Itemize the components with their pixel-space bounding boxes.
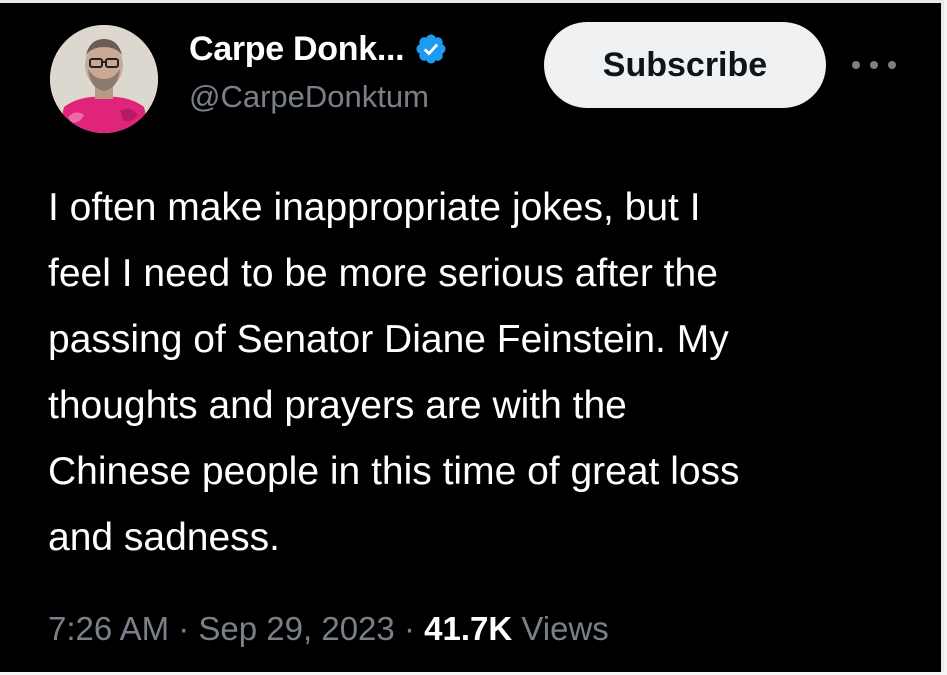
more-horizontal-icon[interactable] <box>852 55 896 75</box>
tweet-text-line: thoughts and prayers are with the <box>48 384 627 427</box>
avatar[interactable] <box>50 25 158 133</box>
tweet-text-line: Chinese people in this time of great los… <box>48 450 740 493</box>
avatar-image <box>50 25 158 133</box>
tweet-card: Carpe Donk... @CarpeDonktum Subscribe I … <box>0 0 944 672</box>
author-name-row[interactable]: Carpe Donk... <box>189 27 448 71</box>
views-label: Views <box>521 610 609 647</box>
tweet-text-line: passing of Senator Diane Feinstein. My <box>48 318 729 361</box>
separator-dot: · <box>178 610 199 647</box>
tweet-time[interactable]: 7:26 AM <box>48 610 169 647</box>
tweet-text-line: feel I need to be more serious after the <box>48 252 718 295</box>
tweet-text-line: and sadness. <box>48 516 281 559</box>
more-dot <box>870 61 878 69</box>
author-handle[interactable]: @CarpeDonktum <box>189 79 429 115</box>
verified-badge-icon <box>414 32 448 66</box>
more-dot <box>852 61 860 69</box>
author-display-name[interactable]: Carpe Donk... <box>189 30 405 69</box>
tweet-meta: 7:26 AM · Sep 29, 2023 · 41.7K Views <box>48 610 609 648</box>
separator-dot: · <box>403 610 425 647</box>
tweet-text-line: I often make inappropriate jokes, but I <box>48 186 701 229</box>
more-dot <box>888 61 896 69</box>
tweet-text: I often make inappropriate jokes, but I … <box>48 175 898 571</box>
tweet-date[interactable]: Sep 29, 2023 <box>198 610 394 647</box>
subscribe-button[interactable]: Subscribe <box>544 22 826 108</box>
views-count[interactable]: 41.7K <box>424 610 512 647</box>
